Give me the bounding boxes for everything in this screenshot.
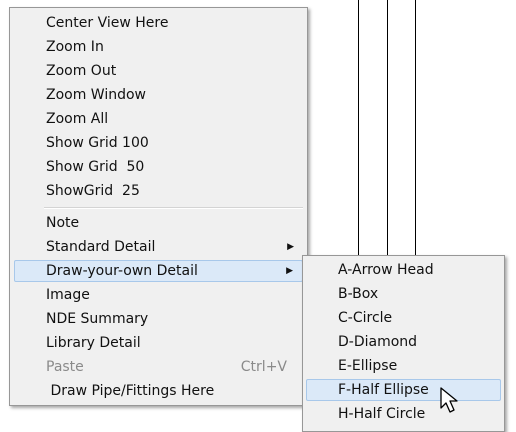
menu-item-label: E-Ellipse [338,358,398,374]
menu-item-label: ShowGrid 25 [46,183,140,199]
menu-item-paste[interactable]: Paste Ctrl+V [14,356,303,378]
menu-item-library-detail[interactable]: Library Detail [14,332,303,354]
submenu-item-half-ellipse[interactable]: F-Half Ellipse [306,379,501,401]
menu-item-zoom-in[interactable]: Zoom In [14,36,303,58]
menu-item-label: Zoom All [46,111,109,127]
mouse-cursor-icon [440,387,458,413]
menu-item-label: A-Arrow Head [338,262,434,278]
context-menu: Center View Here Zoom In Zoom Out Zoom W… [9,7,308,406]
draw-your-own-detail-submenu: A-Arrow Head B-Box C-Circle D-Diamond E-… [302,255,505,432]
menu-item-note[interactable]: Note [14,212,303,234]
menu-item-label: Paste [46,359,84,375]
submenu-item-arrow-head[interactable]: A-Arrow Head [306,259,501,281]
submenu-item-box[interactable]: B-Box [306,283,501,305]
submenu-item-circle[interactable]: C-Circle [306,307,501,329]
menu-item-label: Note [46,215,80,231]
menu-item-image[interactable]: Image [14,284,303,306]
menu-item-zoom-all[interactable]: Zoom All [14,108,303,130]
shortcut-label: Ctrl+V [240,359,287,375]
menu-item-label: D-Diamond [338,334,418,350]
submenu-item-half-circle[interactable]: H-Half Circle [306,403,501,425]
menu-item-label: Draw Pipe/Fittings Here [46,383,215,399]
menu-item-zoom-window[interactable]: Zoom Window [14,84,303,106]
menu-item-label: B-Box [338,286,379,302]
menu-item-label: Center View Here [46,15,169,31]
drawing-line-3 [415,0,416,270]
drawing-line-1 [358,0,359,270]
menu-item-center-view-here[interactable]: Center View Here [14,12,303,34]
menu-item-show-grid-50[interactable]: Show Grid 50 [14,156,303,178]
menu-item-label: Standard Detail [46,239,156,255]
menu-item-label: Show Grid 100 [46,135,149,151]
menu-item-label: Zoom Window [46,87,147,103]
drawing-line-2 [387,0,388,270]
menu-item-nde-summary[interactable]: NDE Summary [14,308,303,330]
menu-item-standard-detail[interactable]: Standard Detail ▶ [14,236,303,258]
menu-item-label: F-Half Ellipse [338,382,429,398]
menu-item-draw-pipe-fittings-here[interactable]: Draw Pipe/Fittings Here [14,380,303,402]
menu-item-label: Show Grid 50 [46,159,145,175]
submenu-item-diamond[interactable]: D-Diamond [306,331,501,353]
submenu-arrow-icon: ▶ [286,266,293,276]
menu-item-label: H-Half Circle [338,406,426,422]
menu-item-draw-your-own-detail[interactable]: Draw-your-own Detail ▶ [14,260,303,282]
menu-item-label: NDE Summary [46,311,149,327]
menu-item-zoom-out[interactable]: Zoom Out [14,60,303,82]
submenu-arrow-icon: ▶ [287,242,294,252]
menu-item-label: Draw-your-own Detail [46,263,198,279]
menu-item-label: Image [46,287,90,303]
menu-item-show-grid-100[interactable]: Show Grid 100 [14,132,303,154]
menu-item-label: Zoom In [46,39,104,55]
submenu-item-ellipse[interactable]: E-Ellipse [306,355,501,377]
menu-separator [44,207,303,209]
menu-item-label: C-Circle [338,310,393,326]
menu-item-label: Zoom Out [46,63,117,79]
menu-item-label: Library Detail [46,335,141,351]
menu-item-show-grid-25[interactable]: ShowGrid 25 [14,180,303,202]
